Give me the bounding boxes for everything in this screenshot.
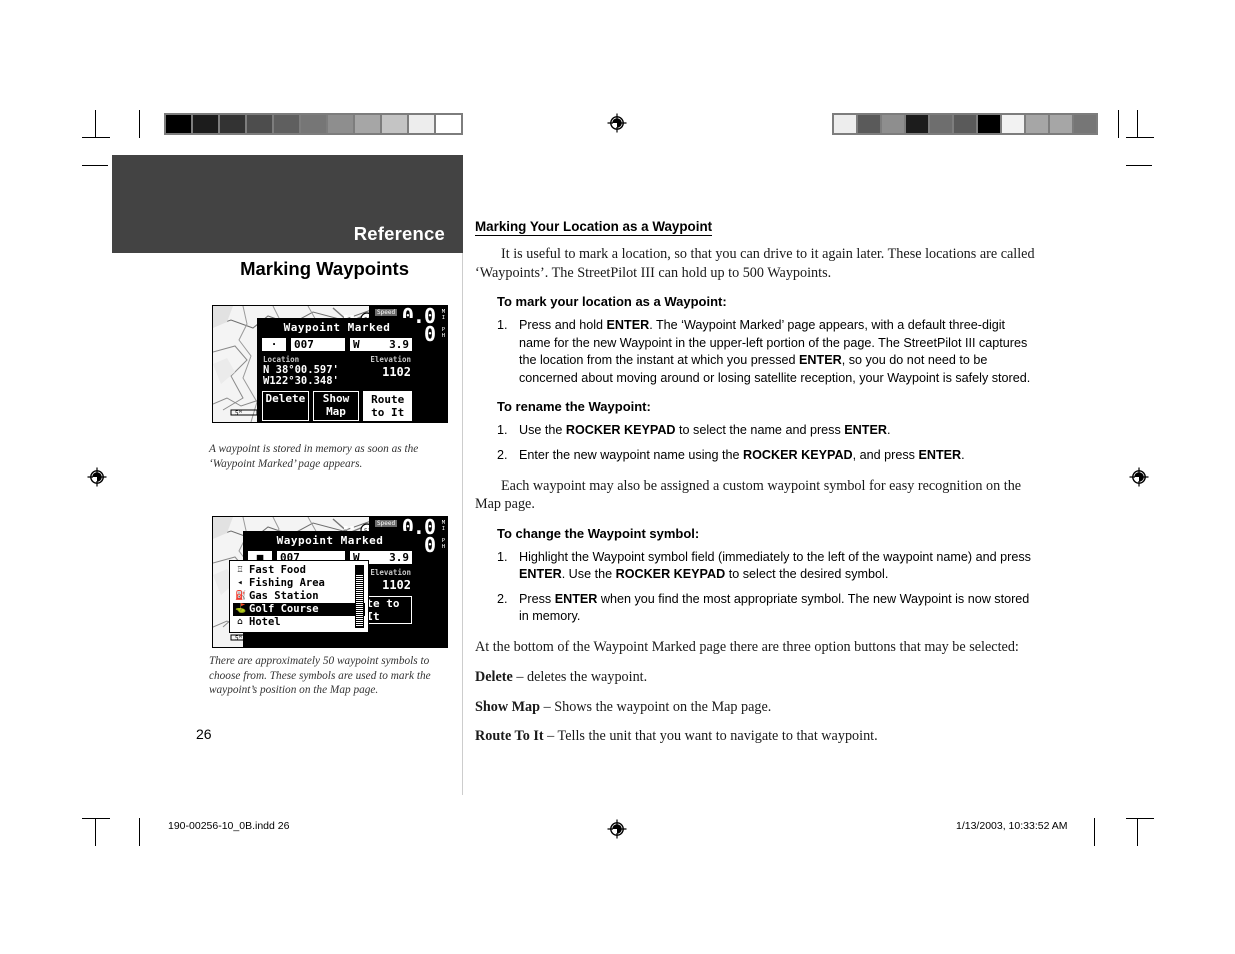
bearing-direction: W — [353, 338, 360, 351]
list-item: 1. Highlight the Waypoint symbol field (… — [497, 549, 1040, 584]
definition-route-to-it: Route To It – Tells the unit that you wa… — [475, 727, 1040, 746]
hotel-icon: ⌂ — [237, 617, 243, 627]
definition-term: Delete — [475, 669, 513, 686]
change-symbol-steps: 1. Highlight the Waypoint symbol field (… — [475, 549, 1040, 626]
name-row: · 007 W 3.9 — [258, 337, 416, 355]
step-number: 1. — [497, 318, 508, 332]
figure-caption-1: A waypoint is stored in memory as soon a… — [209, 443, 419, 470]
document-page: Reference Marking Waypoints 5ᴹ ▪▪ Speed … — [0, 0, 1235, 954]
rename-waypoint-steps: 1. Use the ROCKER KEYPAD to select the n… — [475, 422, 1040, 464]
elevation-label: Elevation — [370, 355, 411, 364]
speed-label-2: Speed — [375, 520, 398, 527]
elevation-value: 1102 — [382, 365, 411, 379]
figure-caption-2: There are approximately 50 waypoint symb… — [209, 655, 431, 696]
step-number: 1. — [497, 423, 508, 438]
elevation-value-2: 1102 — [382, 578, 411, 592]
bearing-distance-2: 3.9 — [389, 551, 409, 564]
chapter-band: Reference — [112, 155, 463, 253]
symbol-option-gas-station[interactable]: ⛽ Gas Station — [233, 590, 365, 603]
waypoint-symbol-field[interactable]: · — [261, 337, 287, 352]
step-number: 2. — [497, 591, 508, 606]
waypoint-symbol-dropdown[interactable]: ♖ Fast Food ◂ Fishing Area ⛽ Gas Station… — [229, 560, 369, 633]
dropdown-scrollbar[interactable] — [355, 565, 364, 628]
speed-unit-ph: PH — [441, 327, 445, 339]
symbol-option-fast-food[interactable]: ♖ Fast Food — [233, 564, 365, 577]
coordinates: N 38°00.597' W122°30.348' — [263, 365, 339, 387]
list-item: 1. Press and hold ENTER. The ‘Waypoint M… — [497, 317, 1040, 387]
mark-waypoint-heading: To mark your location as a Waypoint: — [497, 294, 727, 309]
waypoint-name-field[interactable]: 007 — [290, 337, 346, 352]
svg-text:5ᴹ: 5ᴹ — [235, 635, 242, 642]
dialog-buttons: Delete Show Map Route to It — [258, 389, 416, 422]
bearing-field: W 3.9 — [349, 337, 413, 352]
footer-timestamp: 1/13/2003, 10:33:52 AM — [956, 820, 1068, 832]
rename-waypoint-heading: To rename the Waypoint: — [497, 399, 651, 415]
definition-show-map: Show Map – Shows the waypoint on the Map… — [475, 698, 1040, 717]
intro-paragraph: It is useful to mark a location, so that… — [475, 246, 1035, 281]
fast-food-icon: ♖ — [237, 565, 243, 575]
list-item: 2. Press ENTER when you find the most ap… — [497, 591, 1040, 626]
change-symbol-heading: To change the Waypoint symbol: — [497, 525, 700, 541]
page-content: Reference Marking Waypoints 5ᴹ ▪▪ Speed … — [0, 0, 1235, 954]
definition-desc: – Shows the waypoint on the Map page. — [540, 698, 772, 715]
list-item: 1. Use the ROCKER KEYPAD to select the n… — [497, 422, 1040, 440]
definition-desc: – Tells the unit that you want to naviga… — [543, 728, 878, 745]
longitude-value: W122°30.348' — [263, 375, 339, 387]
step-text: Use the ROCKER KEYPAD to select the name… — [519, 423, 891, 438]
symbol-option-label: Fishing Area — [249, 577, 325, 589]
gas-station-icon: ⛽ — [235, 591, 247, 601]
symbol-option-label: Hotel — [249, 616, 281, 628]
waypoint-marked-dialog: Waypoint Marked · 007 W 3.9 Location Ele… — [257, 318, 417, 422]
symbol-option-hotel[interactable]: ⌂ Hotel — [233, 616, 365, 629]
golf-course-icon: ⛳ — [235, 604, 247, 614]
step-text: Press and hold ENTER. The ‘Waypoint Mark… — [519, 318, 1031, 385]
definition-delete: Delete – deletes the waypoint. — [475, 668, 1040, 687]
symbol-option-label: Golf Course — [249, 603, 319, 615]
symbol-option-golf-course[interactable]: ⛳ Golf Course — [233, 603, 365, 616]
definition-term: Route To It — [475, 728, 544, 745]
list-item: 2. Enter the new waypoint name using the… — [497, 447, 1040, 465]
page-title: Marking Waypoints — [240, 258, 409, 279]
scrollbar-thumb[interactable] — [356, 566, 363, 575]
step-text: Press ENTER when you find the most appro… — [519, 591, 1030, 624]
speed-unit-mi-2: MI — [441, 520, 445, 532]
show-map-button[interactable]: Show Map — [312, 391, 360, 421]
step-number: 1. — [497, 549, 508, 564]
chapter-band-label: Reference — [353, 223, 445, 244]
symbol-option-label: Fast Food — [249, 564, 306, 576]
svg-text:5ᴹ: 5ᴹ — [235, 410, 242, 417]
mark-waypoint-steps: 1. Press and hold ENTER. The ‘Waypoint M… — [475, 317, 1040, 387]
section-heading: Marking Your Location as a Waypoint — [475, 219, 713, 236]
page-number: 26 — [196, 726, 212, 742]
speed-unit-mi: MI — [441, 309, 445, 321]
options-paragraph: At the bottom of the Waypoint Marked pag… — [475, 638, 1019, 655]
definition-term: Show Map — [475, 698, 541, 715]
footer-filename: 190-00256-10_0B.indd 26 — [168, 820, 290, 832]
dialog-title-2: Waypoint Marked — [276, 534, 384, 547]
speed-value-secondary: 0 — [423, 322, 436, 346]
dialog-title: Waypoint Marked — [283, 321, 391, 334]
elevation-label-2: Elevation — [370, 568, 411, 577]
bearing-distance: 3.9 — [389, 338, 409, 351]
speed-unit-ph-2: PH — [441, 538, 445, 550]
step-text: Highlight the Waypoint symbol field (imm… — [519, 549, 1031, 582]
location-label: Location — [263, 355, 300, 364]
speed-value-secondary-2: 0 — [423, 533, 436, 557]
symbol-option-label: Gas Station — [249, 590, 319, 602]
gps-screenshot-symbol-list: 51 5ᴹ ▪▪ Speed 0.0 MI 0 PH Waypoint Mark… — [212, 516, 448, 648]
step-text: Enter the new waypoint name using the RO… — [519, 447, 965, 462]
custom-symbol-paragraph: Each waypoint may also be assigned a cus… — [475, 477, 1022, 513]
fishing-area-icon: ◂ — [237, 578, 243, 588]
symbol-option-fishing-area[interactable]: ◂ Fishing Area — [233, 577, 365, 590]
delete-button[interactable]: Delete — [262, 391, 309, 421]
definition-desc: – deletes the waypoint. — [512, 669, 648, 686]
main-text-column: Marking Your Location as a Waypoint It i… — [475, 218, 1040, 757]
location-elevation-values: N 38°00.597' W122°30.348' 1102 — [258, 365, 416, 389]
route-to-it-button[interactable]: Route to It — [362, 390, 414, 422]
speed-label: Speed — [375, 309, 398, 316]
gps-screenshot-waypoint-marked: 51 5ᴹ ▪▪ Speed 0.0 MI 0 PH Way — [212, 305, 448, 423]
step-number: 2. — [497, 447, 508, 462]
